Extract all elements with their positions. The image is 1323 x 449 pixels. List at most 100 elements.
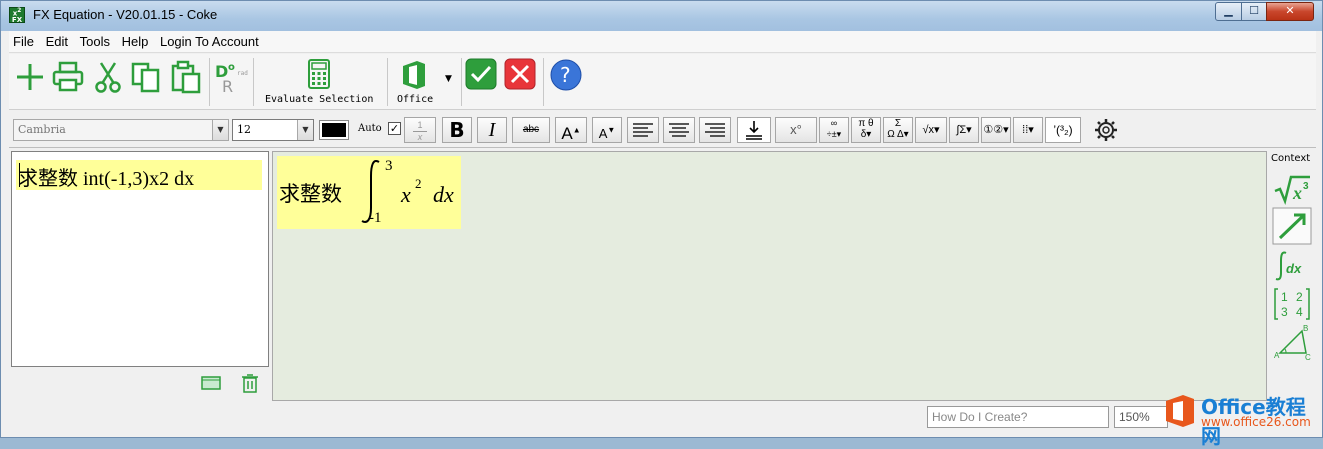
superscript-button[interactable]: x° (775, 117, 817, 143)
numbering-button[interactable]: ①②▾ (981, 117, 1011, 143)
menu-login[interactable]: Login To Account (156, 31, 263, 49)
align-center-button[interactable] (663, 117, 695, 143)
arrow-icon[interactable] (1272, 207, 1312, 245)
toolbar-separator (461, 58, 462, 106)
fraction-button[interactable]: 1 x (404, 117, 436, 143)
font-select[interactable]: Cambria ▼ (13, 119, 229, 141)
toolbar-separator (387, 58, 388, 106)
svg-text:4: 4 (1296, 305, 1303, 319)
degrees-radians-icon[interactable]: D o R (213, 60, 247, 94)
office-dropdown-icon[interactable]: ▼ (445, 74, 452, 84)
paste-icon[interactable] (169, 60, 203, 94)
svg-text:1: 1 (1281, 290, 1288, 304)
settings-button[interactable] (1091, 117, 1125, 143)
increase-font-button[interactable]: A▲ (555, 117, 587, 143)
status-bar: How Do I Create? 150% (9, 403, 1316, 431)
numbered-circle-icon: ①②▾ (983, 124, 1009, 136)
context-title: Context (1271, 153, 1311, 164)
bold-button[interactable]: B (442, 117, 472, 143)
greek-button[interactable]: π θ δ▾ (851, 117, 881, 143)
cancel-icon[interactable] (504, 58, 536, 90)
align-center-icon (669, 123, 689, 137)
editor-footer (11, 367, 269, 397)
matrix-button[interactable]: ⁞⁞▾ (1013, 117, 1043, 143)
trash-icon[interactable] (241, 373, 259, 393)
menu-file[interactable]: File (9, 31, 38, 49)
strikethrough-button[interactable]: abc (512, 117, 550, 143)
align-right-icon (705, 123, 725, 137)
equation-input[interactable]: 求整数 int(-1,3)x2 dx (11, 151, 269, 367)
zoom-level[interactable]: 150% (1114, 406, 1168, 428)
font-size-value: 12 (237, 123, 251, 136)
app-logo-icon: x2 FX (9, 7, 25, 24)
accept-icon[interactable] (465, 58, 497, 90)
minimize-button[interactable]: ▁ (1215, 2, 1242, 21)
svg-text:C: C (1305, 353, 1311, 361)
format-toolbar: Cambria ▼ 12 ▼ Auto ✓ 1 x B I abc A▲ A▼ (9, 112, 1316, 148)
copy-icon[interactable] (129, 60, 163, 94)
menu-tools[interactable]: Tools (76, 31, 114, 49)
brackets-button[interactable]: ’(³₂) (1045, 117, 1081, 143)
operators-button[interactable]: ∞ ÷±▾ (819, 117, 849, 143)
align-left-icon (633, 123, 653, 137)
align-right-button[interactable] (699, 117, 731, 143)
baseline-align-button[interactable] (737, 117, 771, 143)
chevron-down-icon[interactable]: ▼ (212, 120, 228, 140)
symbols-button[interactable]: Σ Ω Δ▾ (883, 117, 913, 143)
omega-icon: Ω Δ▾ (887, 129, 909, 140)
chevron-down-icon[interactable]: ▼ (297, 120, 313, 140)
roots-button[interactable]: √x▾ (915, 117, 947, 143)
equation-prefix: 求整数 (279, 182, 342, 206)
menu-edit[interactable]: Edit (42, 31, 72, 49)
gear-icon (1095, 119, 1117, 141)
decrease-font-icon: A▼ (598, 126, 616, 142)
office-icon[interactable] (397, 58, 431, 92)
triangle-icon[interactable]: B A C (1272, 323, 1312, 361)
input-text: 求整数 int(-1,3)x2 dx (18, 168, 195, 190)
help-icon[interactable]: ? (550, 59, 582, 91)
plus-minus-icon: ÷±▾ (826, 129, 842, 139)
print-icon[interactable] (51, 60, 85, 94)
close-button[interactable]: ✕ (1266, 2, 1314, 21)
italic-button[interactable]: I (477, 117, 507, 143)
new-icon[interactable] (13, 60, 47, 94)
app-window: x2 FX FX Equation - V20.01.15 - Coke ▁ ☐ … (0, 0, 1323, 448)
office-label[interactable]: Office (397, 94, 433, 105)
input-line[interactable]: 求整数 int(-1,3)x2 dx (16, 160, 262, 190)
toolbar-separator (543, 58, 544, 106)
help-search-input[interactable]: How Do I Create? (927, 406, 1109, 428)
baseline-icon (746, 121, 762, 140)
decrease-font-button[interactable]: A▼ (592, 117, 622, 143)
title-bar: x2 FX FX Equation - V20.01.15 - Coke ▁ ☐ … (1, 1, 1322, 31)
evaluate-selection-label[interactable]: Evaluate Selection (265, 94, 373, 105)
svg-text:B: B (1303, 324, 1308, 333)
calculator-icon[interactable] (302, 58, 336, 92)
text-caret (19, 163, 20, 187)
sigma-icon: Σ (894, 118, 902, 129)
equation-preview[interactable]: 求整数 3 -1 x 2 dx (272, 151, 1267, 401)
auto-label: Auto (358, 123, 382, 134)
maximize-button[interactable]: ☐ (1241, 2, 1267, 21)
sqrt-icon[interactable]: x 3 (1272, 169, 1312, 207)
integral-dx-icon[interactable]: dx (1272, 247, 1312, 285)
zoom-value: 150% (1119, 410, 1150, 424)
toolbar-separator (209, 58, 210, 106)
matrix-insert-icon[interactable]: 1 2 3 4 (1272, 285, 1312, 323)
integrand-variable: x (401, 182, 411, 207)
text-color-picker[interactable] (319, 120, 349, 140)
align-left-button[interactable] (627, 117, 659, 143)
font-size-select[interactable]: 12 ▼ (232, 119, 314, 141)
window-title: FX Equation - V20.01.15 - Coke (33, 7, 218, 22)
watermark: Office教程网 www.office26.com (1161, 389, 1321, 448)
svg-text:R: R (222, 77, 233, 94)
cut-icon[interactable] (91, 60, 125, 94)
svg-text:2: 2 (1296, 290, 1303, 304)
font-select-value: Cambria (18, 123, 66, 136)
menu-help[interactable]: Help (118, 31, 153, 49)
calculus-button[interactable]: ∫Σ▾ (949, 117, 979, 143)
auto-checkbox[interactable]: ✓ (388, 122, 401, 135)
office-logo-icon (1166, 395, 1194, 427)
svg-text:x: x (1292, 183, 1302, 203)
watermark-url: www.office26.com (1201, 415, 1311, 429)
save-equation-icon[interactable] (201, 375, 221, 391)
